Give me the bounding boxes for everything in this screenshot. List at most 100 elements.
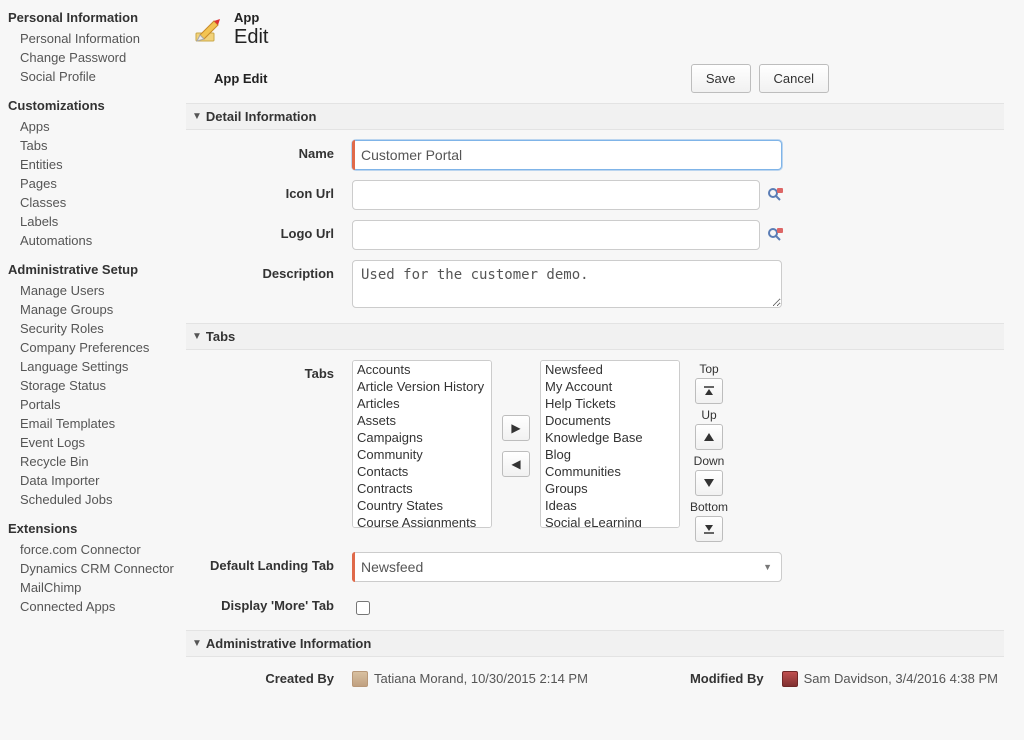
sidebar-item[interactable]: Pages [8,174,176,193]
list-item[interactable]: Community [353,446,491,463]
sidebar-group-title: Extensions [8,521,176,536]
chevron-down-icon: ▼ [192,331,202,342]
sidebar-group-title: Customizations [8,98,176,113]
sidebar-item[interactable]: Scheduled Jobs [8,490,176,509]
selected-tabs-listbox[interactable]: NewsfeedMy AccountHelp TicketsDocumentsK… [540,360,680,528]
list-item[interactable]: Newsfeed [541,361,679,378]
sidebar-item[interactable]: MailChimp [8,578,176,597]
list-item[interactable]: Knowledge Base [541,429,679,446]
list-item[interactable]: Groups [541,480,679,497]
modified-by-value: Sam Davidson, 3/4/2016 4:38 PM [804,671,998,686]
sidebar-item[interactable]: Change Password [8,48,176,67]
label-down: Down [694,454,725,468]
sidebar-group-title: Administrative Setup [8,262,176,277]
breadcrumb: App [234,10,268,26]
list-item[interactable]: Contacts [353,463,491,480]
display-more-tab-checkbox[interactable] [356,601,370,615]
page-title: Edit [234,26,268,48]
label-default-landing-tab: Default Landing Tab [192,552,352,573]
chevron-down-icon: ▼ [192,638,202,649]
section-tabs-title: Tabs [206,329,235,344]
sidebar-item[interactable]: Social Profile [8,67,176,86]
sidebar-item[interactable]: Data Importer [8,471,176,490]
section-admin-title: Administrative Information [206,636,371,651]
lookup-icon[interactable] [766,186,784,204]
list-item[interactable]: Documents [541,412,679,429]
icon-url-input[interactable] [352,180,760,210]
sidebar-item[interactable]: Apps [8,117,176,136]
available-tabs-listbox[interactable]: AccountsArticle Version HistoryArticlesA… [352,360,492,528]
label-up: Up [701,408,716,422]
move-bottom-button[interactable] [695,516,723,542]
sidebar-item[interactable]: Security Roles [8,319,176,338]
section-tabs[interactable]: ▼ Tabs [186,323,1004,350]
sidebar-item[interactable]: Manage Groups [8,300,176,319]
description-textarea[interactable]: Used for the customer demo. [352,260,782,308]
move-top-button[interactable] [695,378,723,404]
sidebar-item[interactable]: Personal Information [8,29,176,48]
list-item[interactable]: Course Assignments [353,514,491,528]
section-detail-title: Detail Information [206,109,317,124]
sidebar-item[interactable]: Tabs [8,136,176,155]
avatar [782,671,798,687]
list-item[interactable]: My Account [541,378,679,395]
cancel-button[interactable]: Cancel [759,64,829,93]
sidebar-item[interactable]: Manage Users [8,281,176,300]
move-down-button[interactable] [695,470,723,496]
sidebar-item[interactable]: Company Preferences [8,338,176,357]
admin-info-row: Created By Tatiana Morand, 10/30/2015 2:… [186,657,1004,687]
edit-app-icon [190,11,226,47]
label-icon-url: Icon Url [192,180,352,201]
sidebar-item[interactable]: Classes [8,193,176,212]
move-right-button[interactable]: ▶ [502,415,530,441]
sidebar-item[interactable]: Recycle Bin [8,452,176,471]
main-content: App Edit App Edit Save Cancel ▼ Detail I… [180,0,1024,740]
list-item[interactable]: Articles [353,395,491,412]
list-item[interactable]: Country States [353,497,491,514]
label-top: Top [699,362,718,376]
sidebar-group-title: Personal Information [8,10,176,25]
label-tabs: Tabs [192,360,352,381]
save-button[interactable]: Save [691,64,751,93]
action-bar-title: App Edit [192,71,267,86]
avatar [352,671,368,687]
sidebar-item[interactable]: Language Settings [8,357,176,376]
list-item[interactable]: Accounts [353,361,491,378]
lookup-icon[interactable] [766,226,784,244]
page-header: App Edit [190,10,1004,48]
section-administrative-information[interactable]: ▼ Administrative Information [186,630,1004,657]
label-bottom: Bottom [690,500,728,514]
list-item[interactable]: Campaigns [353,429,491,446]
list-item[interactable]: Ideas [541,497,679,514]
dual-listbox: AccountsArticle Version HistoryArticlesA… [352,360,998,542]
chevron-down-icon: ▼ [192,111,202,122]
logo-url-input[interactable] [352,220,760,250]
name-input[interactable] [352,140,782,170]
sidebar-item[interactable]: Automations [8,231,176,250]
list-item[interactable]: Social eLearning [541,514,679,528]
sidebar-item[interactable]: Storage Status [8,376,176,395]
list-item[interactable]: Blog [541,446,679,463]
sidebar: Personal Information Personal Information… [0,0,180,740]
sidebar-item[interactable]: Portals [8,395,176,414]
list-item[interactable]: Assets [353,412,491,429]
sidebar-item[interactable]: Email Templates [8,414,176,433]
sidebar-item[interactable]: force.com Connector [8,540,176,559]
default-landing-tab-select[interactable]: Newsfeed [352,552,782,582]
sidebar-item[interactable]: Connected Apps [8,597,176,616]
list-item[interactable]: Communities [541,463,679,480]
created-by-value: Tatiana Morand, 10/30/2015 2:14 PM [374,671,588,686]
list-item[interactable]: Contracts [353,480,491,497]
label-name: Name [192,140,352,161]
sidebar-item[interactable]: Dynamics CRM Connector [8,559,176,578]
sidebar-item[interactable]: Entities [8,155,176,174]
move-up-button[interactable] [695,424,723,450]
label-created-by: Created By [192,671,352,686]
section-detail-information[interactable]: ▼ Detail Information [186,103,1004,130]
sidebar-item[interactable]: Event Logs [8,433,176,452]
list-item[interactable]: Article Version History [353,378,491,395]
sidebar-item[interactable]: Labels [8,212,176,231]
move-left-button[interactable]: ◀ [502,451,530,477]
label-logo-url: Logo Url [192,220,352,241]
list-item[interactable]: Help Tickets [541,395,679,412]
